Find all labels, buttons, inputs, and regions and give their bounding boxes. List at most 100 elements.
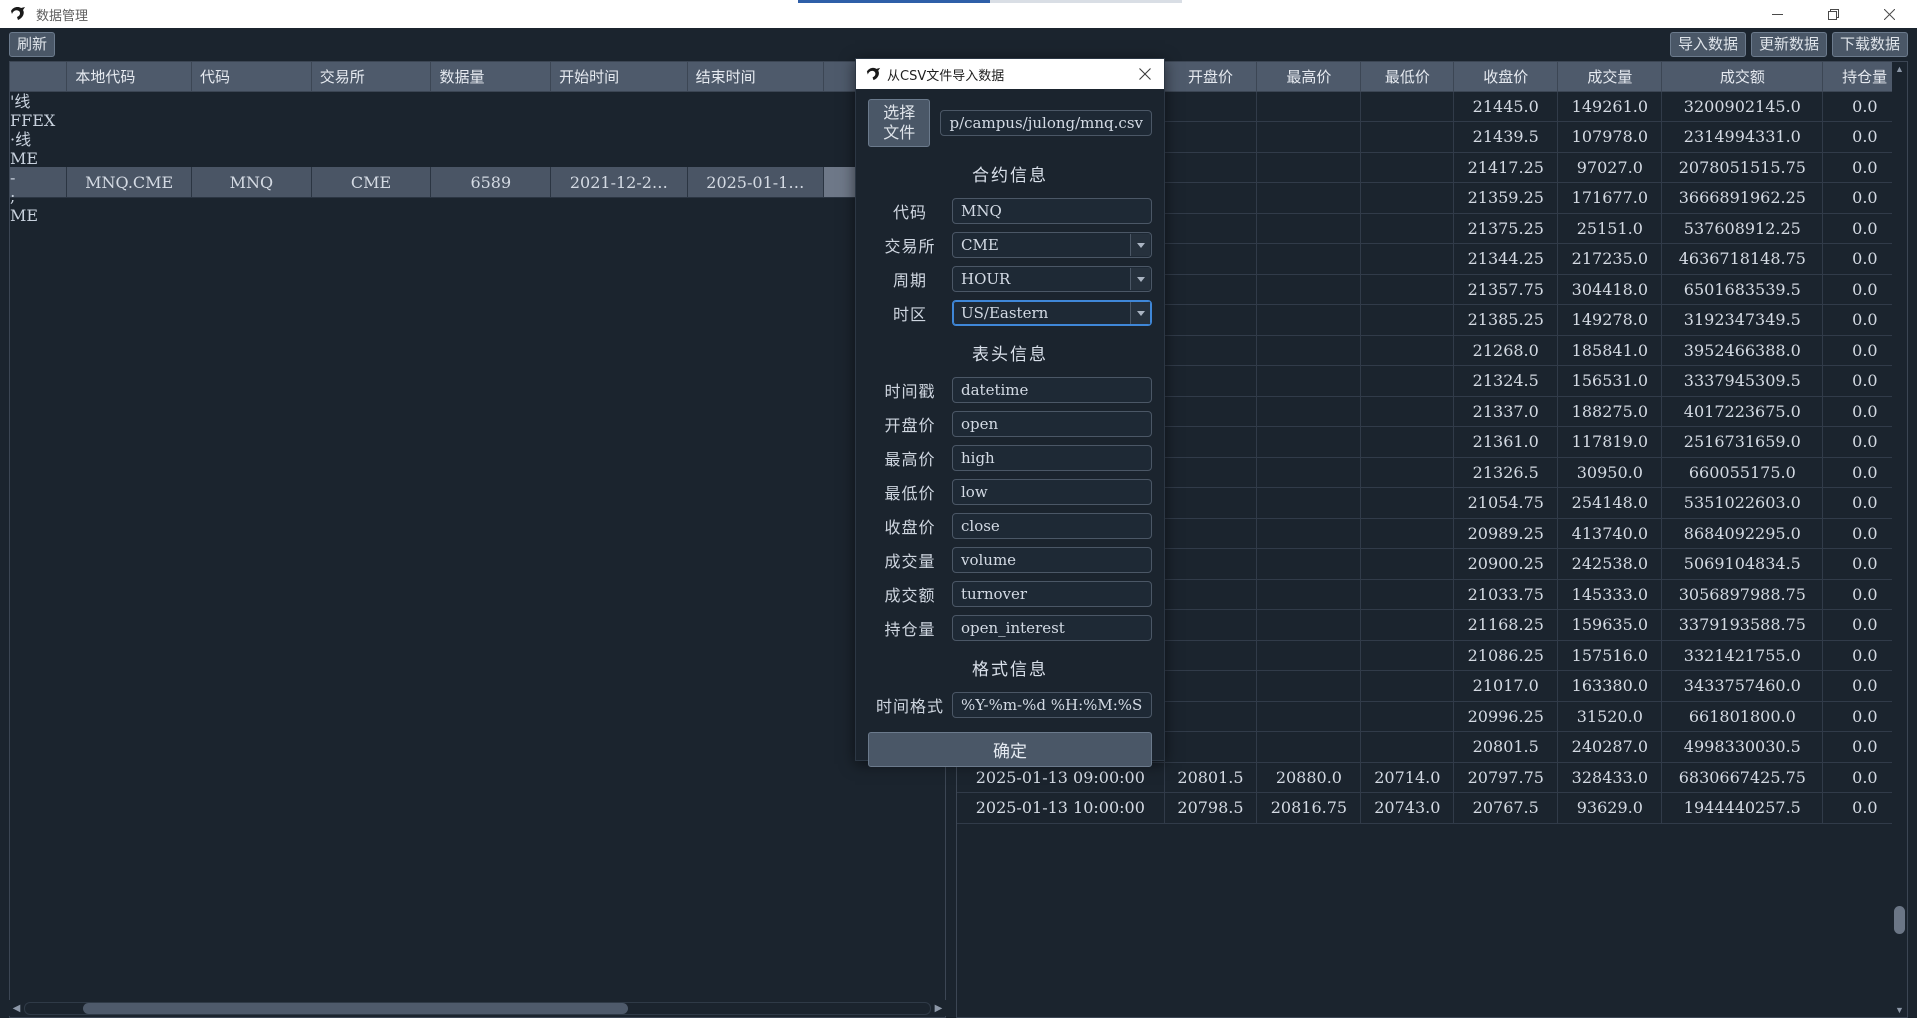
- right-cell: [1360, 91, 1455, 122]
- right-vertical-scrollbar[interactable]: ▲ ▼: [1892, 62, 1907, 1017]
- left-cell: 6589: [430, 167, 552, 198]
- left-scroll-track[interactable]: [24, 1001, 931, 1015]
- left-horizontal-scrollbar[interactable]: ◀ ▶: [9, 1000, 946, 1016]
- right-col-header-4[interactable]: 收盘价: [1453, 62, 1559, 92]
- right-cell: [1360, 518, 1455, 549]
- right-cell: [1164, 335, 1258, 366]
- exchange-select[interactable]: CME: [952, 232, 1152, 258]
- refresh-button[interactable]: 刷新: [9, 32, 56, 57]
- chevron-down-icon[interactable]: [1130, 268, 1150, 290]
- right-cell: 3379193588.75: [1661, 609, 1824, 641]
- chevron-down-icon[interactable]: [1130, 302, 1150, 324]
- time-format-input[interactable]: %Y-%m-%d %H:%M:%S: [952, 692, 1152, 718]
- right-cell: [1256, 518, 1362, 549]
- right-cell: [1360, 243, 1455, 275]
- right-cell: 21417.25: [1453, 152, 1559, 183]
- low-input[interactable]: low: [952, 479, 1152, 505]
- scroll-right-arrow-icon[interactable]: ▶: [931, 1001, 946, 1016]
- left-col-header-5[interactable]: 开始时间: [550, 62, 688, 92]
- right-col-header-1[interactable]: 开盘价: [1164, 62, 1258, 92]
- turnover-input[interactable]: turnover: [952, 581, 1152, 607]
- left-table-header: 本地代码 代码 交易所 数据量 开始时间 结束时间: [10, 62, 945, 92]
- left-cell: 2025-01-1…: [687, 167, 825, 198]
- right-cell: 21326.5: [1453, 457, 1559, 488]
- left-col-header-2[interactable]: 代码: [191, 62, 312, 92]
- table-row[interactable]: 2025-01-13 10:00:00 20798.5 20816.75 20743.…: [957, 792, 1907, 824]
- dialog-close-icon[interactable]: [1126, 59, 1164, 89]
- app-logo-icon: [8, 4, 28, 24]
- right-cell: [1360, 609, 1455, 641]
- right-cell: [1360, 213, 1455, 244]
- right-cell: [1256, 365, 1362, 397]
- right-cell: [1256, 609, 1362, 641]
- right-cell: 20714.0: [1360, 762, 1455, 793]
- right-cell: [1164, 731, 1258, 763]
- open-interest-input[interactable]: open_interest: [952, 615, 1152, 641]
- chevron-down-icon[interactable]: [1130, 234, 1150, 256]
- scroll-up-arrow-icon[interactable]: ▲: [1895, 62, 1904, 76]
- timezone-select[interactable]: US/Eastern: [952, 300, 1152, 326]
- close-button[interactable]: [1861, 0, 1917, 28]
- minimize-button[interactable]: [1749, 0, 1805, 28]
- right-cell: [1164, 579, 1258, 610]
- import-data-button[interactable]: 导入数据: [1669, 32, 1746, 57]
- right-cell: [1256, 121, 1362, 153]
- open-interest-label: 持仓量: [884, 620, 936, 639]
- left-col-header-6[interactable]: 结束时间: [687, 62, 825, 92]
- spacer-row: [10, 129, 945, 148]
- left-col-header-1[interactable]: 本地代码: [66, 62, 192, 92]
- scroll-left-arrow-icon[interactable]: ◀: [9, 1001, 24, 1016]
- left-scroll-thumb[interactable]: [83, 1002, 628, 1014]
- open-input[interactable]: open: [952, 411, 1152, 437]
- overflow-text-line: ME: [10, 206, 39, 225]
- right-scroll-track[interactable]: [1893, 76, 1906, 1003]
- left-col-header-0[interactable]: [10, 62, 68, 92]
- right-cell: 21439.5: [1453, 121, 1559, 153]
- right-cell: [1360, 548, 1455, 580]
- right-cell: 149278.0: [1557, 304, 1663, 336]
- left-col-header-4[interactable]: 数据量: [430, 62, 552, 92]
- toolbar-action-group: 导入数据 更新数据 下载数据: [1669, 32, 1908, 57]
- right-scroll-thumb[interactable]: [1894, 906, 1905, 934]
- right-col-header-2[interactable]: 最高价: [1256, 62, 1362, 92]
- right-cell: [1256, 701, 1362, 732]
- low-label: 最低价: [884, 484, 936, 503]
- file-path-input[interactable]: p/campus/julong/mnq.csv: [940, 110, 1152, 136]
- download-data-button[interactable]: 下载数据: [1831, 32, 1908, 57]
- right-cell: 93629.0: [1557, 792, 1663, 824]
- high-input[interactable]: high: [952, 445, 1152, 471]
- right-col-header-6[interactable]: 成交额: [1661, 62, 1824, 92]
- right-cell: [1164, 304, 1258, 336]
- right-col-header-3[interactable]: 最低价: [1360, 62, 1455, 92]
- right-cell: [1256, 152, 1362, 183]
- right-col-header-5[interactable]: 成交量: [1557, 62, 1663, 92]
- right-cell: [1360, 182, 1455, 214]
- symbol-input[interactable]: MNQ: [952, 198, 1152, 224]
- spacer-cell: [10, 148, 945, 167]
- left-cell: MNQ: [191, 167, 312, 198]
- datetime-input[interactable]: datetime: [952, 377, 1152, 403]
- table-row[interactable]: MNQ.CMEMNQCME65892021-12-2…2025-01-1…查看: [10, 167, 945, 198]
- interval-select[interactable]: HOUR: [952, 266, 1152, 292]
- close-label: 收盘价: [884, 518, 936, 537]
- maximize-button[interactable]: [1805, 0, 1861, 28]
- left-table-body: MNQ.CMEMNQCME65892021-12-2…2025-01-1…查看: [10, 91, 945, 198]
- confirm-button[interactable]: 确定: [868, 732, 1152, 767]
- right-cell: [1360, 640, 1455, 671]
- interval-row: 周期 HOUR: [868, 266, 1152, 292]
- right-cell: 20801.5: [1164, 762, 1258, 793]
- close-input[interactable]: close: [952, 513, 1152, 539]
- window-titlebar: 数据管理: [0, 0, 1917, 28]
- left-col-header-3[interactable]: 交易所: [311, 62, 432, 92]
- choose-file-button[interactable]: 选择文件: [868, 99, 931, 147]
- volume-row: 成交量 volume: [868, 547, 1152, 573]
- update-data-button[interactable]: 更新数据: [1750, 32, 1827, 57]
- right-cell: [1256, 457, 1362, 488]
- right-cell: 21033.75: [1453, 579, 1559, 610]
- right-cell: [1360, 304, 1455, 336]
- right-cell: 240287.0: [1557, 731, 1663, 763]
- volume-input[interactable]: volume: [952, 547, 1152, 573]
- right-cell: [1360, 121, 1455, 153]
- scroll-down-arrow-icon[interactable]: ▼: [1895, 1003, 1904, 1017]
- right-cell: 156531.0: [1557, 365, 1663, 397]
